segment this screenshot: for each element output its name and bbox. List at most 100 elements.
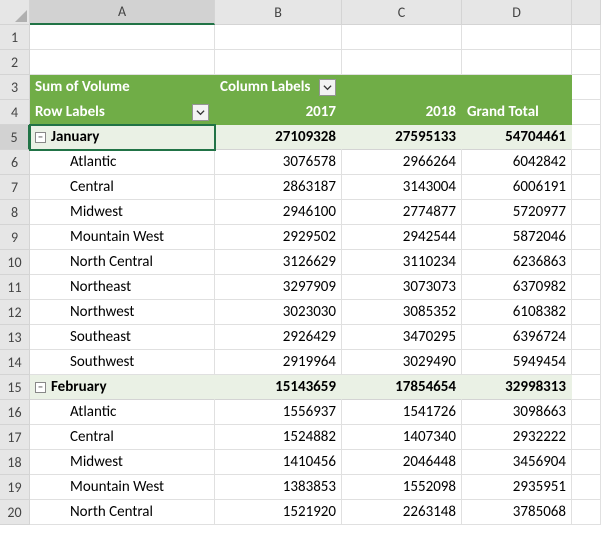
region-total[interactable]: 6006191 [462,175,572,200]
region-total[interactable]: 3456904 [462,450,572,475]
region-total[interactable]: 6236863 [462,250,572,275]
region-row[interactable]: Mountain West [30,475,215,500]
region-row[interactable]: North Central [30,500,215,525]
empty-cell[interactable] [572,450,601,475]
row-header-4[interactable]: 4 [0,100,30,125]
region-2018[interactable]: 3470295 [342,325,462,350]
group-january[interactable]: −January [30,125,215,150]
group-2017[interactable]: 15143659 [215,375,342,400]
region-2017[interactable]: 2946100 [215,200,342,225]
row-header-14[interactable]: 14 [0,350,30,375]
row-header-18[interactable]: 18 [0,450,30,475]
region-row[interactable]: Atlantic [30,150,215,175]
row-header-3[interactable]: 3 [0,75,30,100]
row-labels-header[interactable]: Row Labels [30,100,215,125]
region-row[interactable]: Southwest [30,350,215,375]
row-header-15[interactable]: 15 [0,375,30,400]
empty-cell[interactable] [30,50,215,75]
region-2018[interactable]: 2263148 [342,500,462,525]
empty-cell[interactable] [30,25,215,50]
region-2018[interactable]: 2046448 [342,450,462,475]
row-header-8[interactable]: 8 [0,200,30,225]
empty-cell[interactable] [572,300,601,325]
column-header-C[interactable]: C [342,0,462,25]
region-row[interactable]: North Central [30,250,215,275]
pivot-header-blank[interactable] [342,75,462,100]
empty-cell[interactable] [572,425,601,450]
group-total[interactable]: 54704461 [462,125,572,150]
empty-cell[interactable] [572,275,601,300]
row-header-10[interactable]: 10 [0,250,30,275]
pivot-title[interactable]: Sum of Volume [30,75,215,100]
region-2017[interactable]: 2919964 [215,350,342,375]
region-2018[interactable]: 3029490 [342,350,462,375]
region-2017[interactable]: 2863187 [215,175,342,200]
empty-cell[interactable] [572,150,601,175]
column-header-extra[interactable] [572,0,601,25]
region-2017[interactable]: 1524882 [215,425,342,450]
column-header-A[interactable]: A [30,0,215,25]
row-header-12[interactable]: 12 [0,300,30,325]
region-2017[interactable]: 1556937 [215,400,342,425]
region-2017[interactable]: 1410456 [215,450,342,475]
empty-cell[interactable] [572,175,601,200]
empty-cell[interactable] [572,350,601,375]
pivot-header-blank[interactable] [462,75,572,100]
region-row[interactable]: Central [30,425,215,450]
empty-cell[interactable] [215,50,342,75]
collapse-icon[interactable]: − [35,382,46,393]
col-grand-total[interactable]: Grand Total [462,100,572,125]
region-row[interactable]: Southeast [30,325,215,350]
row-header-2[interactable]: 2 [0,50,30,75]
empty-cell[interactable] [572,125,601,150]
region-2018[interactable]: 3143004 [342,175,462,200]
region-total[interactable]: 2932222 [462,425,572,450]
region-2018[interactable]: 1407340 [342,425,462,450]
region-row[interactable]: Mountain West [30,225,215,250]
row-header-13[interactable]: 13 [0,325,30,350]
region-row[interactable]: Atlantic [30,400,215,425]
empty-cell[interactable] [572,375,601,400]
region-2017[interactable]: 3076578 [215,150,342,175]
region-row[interactable]: Midwest [30,200,215,225]
empty-cell[interactable] [572,475,601,500]
empty-cell[interactable] [342,25,462,50]
row-header-11[interactable]: 11 [0,275,30,300]
empty-cell[interactable] [572,250,601,275]
region-total[interactable]: 6042842 [462,150,572,175]
empty-cell[interactable] [572,200,601,225]
empty-cell[interactable] [572,225,601,250]
region-2018[interactable]: 1541726 [342,400,462,425]
row-header-5[interactable]: 5 [0,125,30,150]
region-2017[interactable]: 3023030 [215,300,342,325]
row-header-20[interactable]: 20 [0,500,30,525]
region-total[interactable]: 6396724 [462,325,572,350]
region-2018[interactable]: 1552098 [342,475,462,500]
column-labels-filter[interactable] [319,79,336,96]
row-header-16[interactable]: 16 [0,400,30,425]
col-2018[interactable]: 2018 [342,100,462,125]
select-all-corner[interactable] [0,0,30,25]
region-2017[interactable]: 1521920 [215,500,342,525]
col-2017[interactable]: 2017 [215,100,342,125]
group-total[interactable]: 32998313 [462,375,572,400]
empty-cell[interactable] [462,50,572,75]
region-total[interactable]: 2935951 [462,475,572,500]
column-header-B[interactable]: B [215,0,342,25]
region-2018[interactable]: 2966264 [342,150,462,175]
column-labels-header[interactable]: Column Labels [215,75,342,100]
region-total[interactable]: 3098663 [462,400,572,425]
region-total[interactable]: 5720977 [462,200,572,225]
group-2018[interactable]: 27595133 [342,125,462,150]
region-2017[interactable]: 2929502 [215,225,342,250]
row-header-19[interactable]: 19 [0,475,30,500]
region-2018[interactable]: 2942544 [342,225,462,250]
region-2017[interactable]: 1383853 [215,475,342,500]
region-2017[interactable]: 3126629 [215,250,342,275]
collapse-icon[interactable]: − [35,132,46,143]
region-2017[interactable]: 3297909 [215,275,342,300]
region-total[interactable]: 3785068 [462,500,572,525]
group-february[interactable]: −February [30,375,215,400]
region-total[interactable]: 5949454 [462,350,572,375]
row-header-7[interactable]: 7 [0,175,30,200]
